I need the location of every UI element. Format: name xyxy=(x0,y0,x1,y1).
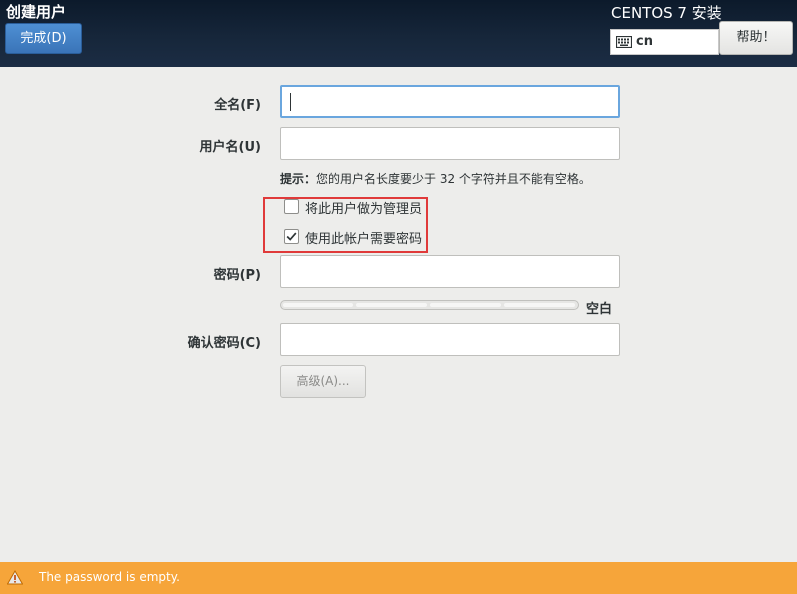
username-input[interactable] xyxy=(280,127,620,160)
strength-segment xyxy=(283,303,353,307)
strength-segment xyxy=(356,303,427,307)
password-strength-label: 空白 xyxy=(586,302,613,317)
keyboard-icon xyxy=(616,36,632,48)
confirm-password-label: 确认密码(C) xyxy=(187,336,261,351)
require-password-checkbox[interactable] xyxy=(284,229,299,244)
hint-text: 您的用户名长度要少于 32 个字符并且不能有空格。 xyxy=(316,172,591,186)
warning-icon xyxy=(7,570,23,585)
admin-checkbox[interactable] xyxy=(284,199,299,214)
done-button[interactable]: 完成(D) xyxy=(5,23,82,54)
password-label: 密码(P) xyxy=(213,268,261,283)
page-title: 创建用户 xyxy=(6,3,67,21)
username-hint: 提示：您的用户名长度要少于 32 个字符并且不能有空格。 xyxy=(280,170,591,187)
warning-text: The password is empty. xyxy=(39,570,180,584)
password-input[interactable] xyxy=(280,255,620,288)
username-label: 用户名(U) xyxy=(199,140,261,155)
hint-prefix: 提示： xyxy=(280,172,317,186)
keyboard-layout-label: cn xyxy=(636,34,653,49)
header-bar: 创建用户 完成(D) CENTOS 7 安装 cn 帮助！ xyxy=(0,0,797,67)
require-password-checkbox-label: 使用此帐户需要密码 xyxy=(305,232,423,247)
strength-segment xyxy=(430,303,501,307)
strength-segment xyxy=(504,303,575,307)
admin-checkbox-label: 将此用户做为管理员 xyxy=(305,202,423,217)
password-strength-meter xyxy=(280,300,579,310)
fullname-input[interactable] xyxy=(280,85,620,118)
text-cursor xyxy=(290,93,291,111)
warning-bar[interactable]: The password is empty. xyxy=(0,562,797,594)
fullname-label: 全名(F) xyxy=(214,98,261,113)
checkmark-icon xyxy=(286,232,297,241)
keyboard-layout-indicator[interactable]: cn xyxy=(610,29,719,55)
confirm-password-input[interactable] xyxy=(280,323,620,356)
help-button[interactable]: 帮助！ xyxy=(719,21,793,55)
install-title: CENTOS 7 安装 xyxy=(611,4,722,22)
advanced-button[interactable]: 高级(A)... xyxy=(280,365,366,398)
